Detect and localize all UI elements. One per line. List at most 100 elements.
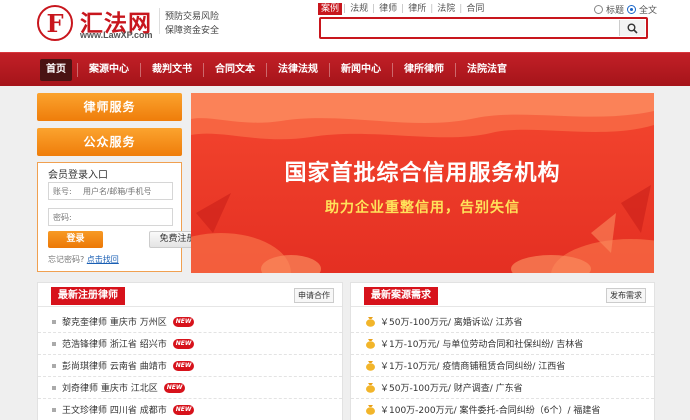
slogan-divider <box>159 8 160 34</box>
panel-header: 最新案源需求 发布需求 <box>351 283 654 307</box>
list-item[interactable]: 刘奇律师 重庆市 江北区 NEW <box>38 377 342 399</box>
post-request-button[interactable]: 发布需求 <box>606 288 646 303</box>
lawyer-entry: 黎克奎律师 重庆市 万州区 <box>62 318 167 328</box>
search-scope: 标题 全文 <box>594 3 657 16</box>
nav-separator <box>329 63 330 77</box>
search-tab-courts[interactable]: 法院 <box>434 3 458 15</box>
lawyer-service-button[interactable]: 律师服务 <box>37 93 182 121</box>
list-item[interactable]: 王文珍律师 四川省 成都市 NEW <box>38 399 342 420</box>
lawyer-entry: 范浩锋律师 浙江省 绍兴市 <box>62 340 167 350</box>
public-service-button[interactable]: 公众服务 <box>37 128 182 156</box>
bullet-icon <box>52 341 56 346</box>
nav-separator <box>266 63 267 77</box>
nav-separator <box>455 63 456 77</box>
list-item[interactable]: ￥1万-10万元/ 与单位劳动合同和社保纠纷/ 吉林省 <box>351 333 654 355</box>
bullet-icon <box>52 385 56 390</box>
slogan-line-1: 预防交易风险 <box>165 12 220 22</box>
money-bag-icon <box>366 361 375 371</box>
account-label: 账号: <box>53 187 72 196</box>
banner-subtitle: 助力企业重整信用，告别失信 <box>325 200 520 216</box>
case-entry: ￥1万-10万元/ 与单位劳动合同和社保纠纷/ 吉林省 <box>380 340 584 350</box>
lawyer-entry: 王文珍律师 四川省 成都市 <box>62 406 167 416</box>
search-icon <box>627 23 638 34</box>
radio-fulltext-label: 全文 <box>639 6 658 16</box>
password-input[interactable] <box>83 211 169 223</box>
new-lawyers-panel: 最新注册律师 申请合作 黎克奎律师 重庆市 万州区 NEW 范浩锋律师 浙江省 绍… <box>37 282 343 420</box>
password-field: 密码: <box>48 208 173 226</box>
nav-items: 首页 案源中心 裁判文书 合同文本 法律法规 新闻中心 律所律师 法院法官 <box>40 59 513 81</box>
search-tab-cases[interactable]: 案例 <box>318 3 343 15</box>
new-badge: NEW <box>172 404 195 415</box>
search-button[interactable] <box>619 20 645 36</box>
nav-item-laws[interactable]: 法律法规 <box>272 59 324 81</box>
nav-item-case-center[interactable]: 案源中心 <box>83 59 135 81</box>
new-badge: NEW <box>172 316 195 327</box>
nav-item-home[interactable]: 首页 <box>40 59 72 81</box>
new-badge: NEW <box>172 360 195 371</box>
page: F 汇法网 www.LawXP.com 预防交易风险 保障资金安全 案例 | 法… <box>0 0 690 420</box>
login-button[interactable]: 登录 <box>48 231 103 248</box>
search-tab-lawyers[interactable]: 律师 <box>376 3 400 15</box>
search-tab-firms[interactable]: 律所 <box>405 3 429 15</box>
list-item[interactable]: 范浩锋律师 浙江省 绍兴市 NEW <box>38 333 342 355</box>
panel-title[interactable]: 最新案源需求 <box>364 287 438 305</box>
new-cases-panel: 最新案源需求 发布需求 ￥50万-100万元/ 离婚诉讼/ 江苏省 ￥1万-10… <box>350 282 655 420</box>
money-bag-icon <box>366 383 375 393</box>
login-panel: 会员登录入口 账号: 密码: 登录 免费注册 忘记密码? 点击找回 <box>37 162 206 272</box>
list-item[interactable]: ￥50万-100万元/ 财产调查/ 广东省 <box>351 377 654 399</box>
lawyer-entry: 彭尚琪律师 云南省 曲靖市 <box>62 362 167 372</box>
login-title: 会员登录入口 <box>48 170 108 181</box>
search-tabs: 案例 | 法规 | 律师 | 律所 | 法院 | 合同 <box>318 3 487 15</box>
apply-cooperation-button[interactable]: 申请合作 <box>294 288 334 303</box>
search-input[interactable] <box>323 20 613 36</box>
search-tab-contracts[interactable]: 合同 <box>463 3 487 15</box>
header: F 汇法网 www.LawXP.com 预防交易风险 保障资金安全 案例 | 法… <box>0 0 690 52</box>
list-item[interactable]: ￥100万-200万元/ 案件委托-合同纠纷（6个）/ 福建省 <box>351 399 654 420</box>
site-url: www.LawXP.com <box>80 30 153 40</box>
logo-icon[interactable]: F <box>37 5 73 41</box>
logo-letter: F <box>46 9 64 38</box>
nav-separator <box>140 63 141 77</box>
case-list: ￥50万-100万元/ 离婚诉讼/ 江苏省 ￥1万-10万元/ 与单位劳动合同和… <box>351 311 654 420</box>
nav-item-news[interactable]: 新闻中心 <box>335 59 387 81</box>
radio-title-label: 标题 <box>606 6 625 16</box>
new-badge: NEW <box>163 382 186 393</box>
radio-fulltext[interactable] <box>627 5 637 14</box>
bullet-icon <box>52 407 56 412</box>
nav-item-firms-lawyers[interactable]: 律所律师 <box>398 59 450 81</box>
list-item[interactable]: ￥1万-10万元/ 疫情商铺租赁合同纠纷/ 江西省 <box>351 355 654 377</box>
nav-item-courts-judges[interactable]: 法院法官 <box>461 59 513 81</box>
nav-separator <box>77 63 78 77</box>
list-item[interactable]: ￥50万-100万元/ 离婚诉讼/ 江苏省 <box>351 311 654 333</box>
account-field: 账号: <box>48 182 173 200</box>
case-entry: ￥1万-10万元/ 疫情商铺租赁合同纠纷/ 江西省 <box>380 362 566 372</box>
banner-title: 国家首批综合信用服务机构 <box>284 161 561 186</box>
list-item[interactable]: 黎克奎律师 重庆市 万州区 NEW <box>38 311 342 333</box>
case-entry: ￥50万-100万元/ 离婚诉讼/ 江苏省 <box>380 318 523 328</box>
account-input[interactable] <box>83 185 169 197</box>
nav-item-contracts[interactable]: 合同文本 <box>209 59 261 81</box>
lawyer-entry: 刘奇律师 重庆市 江北区 <box>62 384 158 394</box>
slogan-line-2: 保障资金安全 <box>165 26 220 36</box>
panel-title[interactable]: 最新注册律师 <box>51 287 125 305</box>
forgot-password-text: 忘记密码? <box>48 255 85 264</box>
list-item[interactable]: 彭尚琪律师 云南省 曲靖市 NEW <box>38 355 342 377</box>
money-bag-icon <box>366 339 375 349</box>
nav-separator <box>392 63 393 77</box>
bullet-icon <box>52 319 56 324</box>
promo-banner[interactable]: 国家首批综合信用服务机构 助力企业重整信用，告别失信 <box>191 93 654 273</box>
panel-header: 最新注册律师 申请合作 <box>38 283 342 307</box>
search-box <box>319 17 648 39</box>
main-nav: 首页 案源中心 裁判文书 合同文本 法律法规 新闻中心 律所律师 法院法官 <box>0 52 690 86</box>
forgot-password-link[interactable]: 点击找回 <box>87 255 119 264</box>
case-entry: ￥100万-200万元/ 案件委托-合同纠纷（6个）/ 福建省 <box>380 406 601 416</box>
nav-item-judgments[interactable]: 裁判文书 <box>146 59 198 81</box>
radio-title[interactable] <box>594 5 603 14</box>
case-entry: ￥50万-100万元/ 财产调查/ 广东省 <box>380 384 523 394</box>
forgot-password: 忘记密码? 点击找回 <box>48 254 119 265</box>
password-label: 密码: <box>53 213 72 222</box>
lawyer-list: 黎克奎律师 重庆市 万州区 NEW 范浩锋律师 浙江省 绍兴市 NEW 彭尚琪律师 … <box>38 311 342 420</box>
money-bag-icon <box>366 405 375 415</box>
bullet-icon <box>52 363 56 368</box>
search-tab-laws[interactable]: 法规 <box>347 3 371 15</box>
